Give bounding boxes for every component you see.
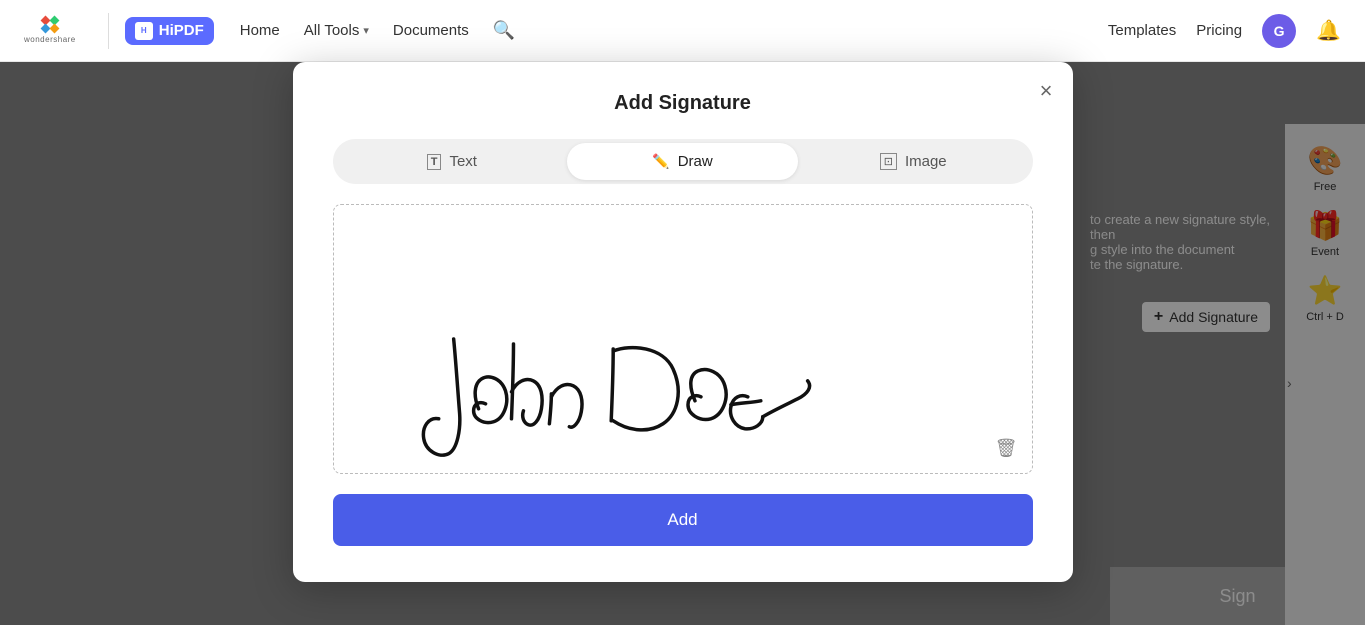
home-label: Home — [240, 22, 280, 39]
nav-search[interactable]: 🔍 — [483, 14, 525, 47]
image-tab-icon: ⊡ — [880, 153, 897, 170]
bell-icon[interactable]: 🔔 — [1316, 18, 1341, 43]
tab-image[interactable]: ⊡ Image — [798, 143, 1029, 180]
add-button[interactable]: Add — [333, 494, 1033, 546]
tab-text[interactable]: T Text — [337, 143, 568, 180]
navbar: wondershare H HiPDF Home All Tools ▾ Doc… — [0, 0, 1365, 62]
text-tab-label: Text — [449, 153, 477, 170]
tab-draw[interactable]: ✏️ Draw — [567, 143, 798, 180]
signature-canvas[interactable] — [334, 205, 1032, 473]
hipdf-badge[interactable]: H HiPDF — [125, 17, 214, 45]
all-tools-label: All Tools — [304, 22, 360, 39]
user-avatar[interactable]: G — [1262, 14, 1296, 48]
chevron-down-icon: ▾ — [363, 24, 369, 37]
nav-divider — [108, 13, 109, 49]
brand-name: wondershare — [24, 35, 76, 44]
draw-tab-icon: ✏️ — [652, 153, 669, 170]
modal-tabs: T Text ✏️ Draw ⊡ Image — [333, 139, 1033, 184]
wondershare-logo[interactable]: wondershare — [24, 17, 76, 44]
hipdf-icon: H — [135, 22, 153, 40]
search-icon: 🔍 — [493, 20, 515, 41]
image-tab-label: Image — [905, 153, 947, 170]
nav-documents[interactable]: Documents — [383, 16, 479, 45]
nav-home[interactable]: Home — [230, 16, 290, 45]
modal-close-button[interactable]: × — [1040, 78, 1053, 104]
clear-signature-button[interactable]: 🗑 — [995, 438, 1018, 459]
nav-links: Home All Tools ▾ Documents 🔍 — [230, 14, 525, 47]
nav-right: Templates Pricing G 🔔 — [1108, 14, 1341, 48]
documents-label: Documents — [393, 22, 469, 39]
draw-tab-label: Draw — [678, 153, 713, 170]
signature-draw-area[interactable]: 🗑 — [333, 204, 1033, 474]
hipdf-label: HiPDF — [159, 22, 204, 39]
nav-templates[interactable]: Templates — [1108, 22, 1176, 39]
nav-all-tools[interactable]: All Tools ▾ — [294, 16, 379, 45]
text-tab-icon: T — [427, 154, 442, 170]
add-signature-modal: × Add Signature T Text ✏️ Draw ⊡ Image — [293, 62, 1073, 582]
nav-pricing[interactable]: Pricing — [1196, 22, 1242, 39]
modal-title: Add Signature — [333, 92, 1033, 115]
